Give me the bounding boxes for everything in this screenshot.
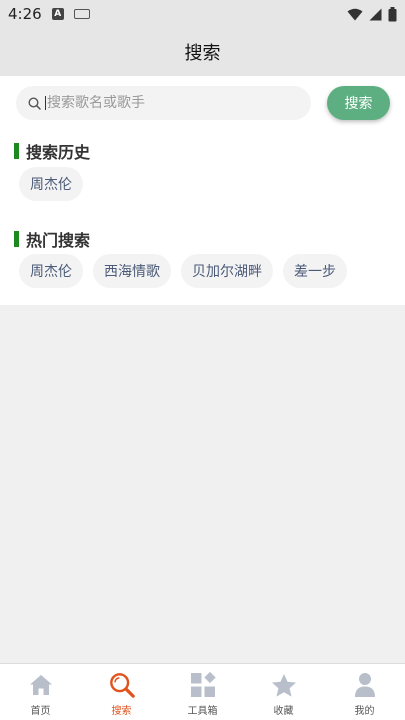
tab-label: 搜索 [111, 706, 132, 717]
hot-chips: 周杰伦 西海情歌 贝加尔湖畔 差一步 [19, 254, 347, 288]
tab-profile[interactable]: 我的 [324, 664, 405, 720]
history-section-header: 搜索历史 [14, 139, 90, 163]
section-marker [14, 143, 19, 159]
tab-label: 工具箱 [187, 706, 218, 717]
history-chips: 周杰伦 [19, 167, 83, 201]
tab-favorites[interactable]: 收藏 [243, 664, 324, 720]
status-bar: 4:26 A [0, 0, 405, 28]
hot-chip[interactable]: 周杰伦 [19, 254, 83, 288]
home-icon [28, 672, 54, 698]
tab-label: 收藏 [273, 706, 294, 717]
search-row: 搜索 [16, 86, 390, 122]
title-bar: 搜索 [0, 28, 405, 76]
keyboard-icon [73, 9, 90, 19]
notification-a-icon: A [51, 8, 64, 20]
tab-toolbox[interactable]: 工具箱 [162, 664, 243, 720]
search-button[interactable]: 搜索 [327, 86, 390, 120]
tab-home[interactable]: 首页 [0, 664, 81, 720]
signal-icon [369, 8, 382, 20]
text-caret [45, 96, 46, 110]
tab-label: 我的 [354, 706, 375, 717]
toolbox-icon [190, 672, 216, 698]
page-title: 搜索 [184, 43, 221, 64]
star-icon [271, 672, 297, 698]
search-input[interactable] [47, 95, 287, 111]
hot-chip[interactable]: 贝加尔湖畔 [181, 254, 273, 288]
history-chip[interactable]: 周杰伦 [19, 167, 83, 201]
search-icon [109, 672, 135, 698]
hot-section-header: 热门搜索 [14, 227, 90, 251]
search-box[interactable] [16, 86, 311, 120]
bottom-tab-bar: 首页 搜索 工具箱 收藏 我的 [0, 663, 405, 720]
hot-chip[interactable]: 西海情歌 [93, 254, 171, 288]
battery-icon [388, 6, 397, 21]
search-icon [28, 96, 41, 110]
section-marker [14, 231, 19, 247]
status-right-icons [347, 6, 397, 22]
search-panel: 搜索 搜索历史 周杰伦 热门搜索 周杰伦 西海情歌 贝加尔湖畔 差一步 [0, 76, 405, 305]
hot-chip[interactable]: 差一步 [283, 254, 347, 288]
hot-title: 热门搜索 [26, 231, 91, 250]
tab-label: 首页 [30, 706, 51, 717]
user-icon [352, 672, 378, 698]
history-title: 搜索历史 [26, 143, 91, 162]
status-time: 4:26 [8, 5, 42, 23]
wifi-icon [347, 8, 363, 20]
tab-search[interactable]: 搜索 [81, 664, 162, 720]
